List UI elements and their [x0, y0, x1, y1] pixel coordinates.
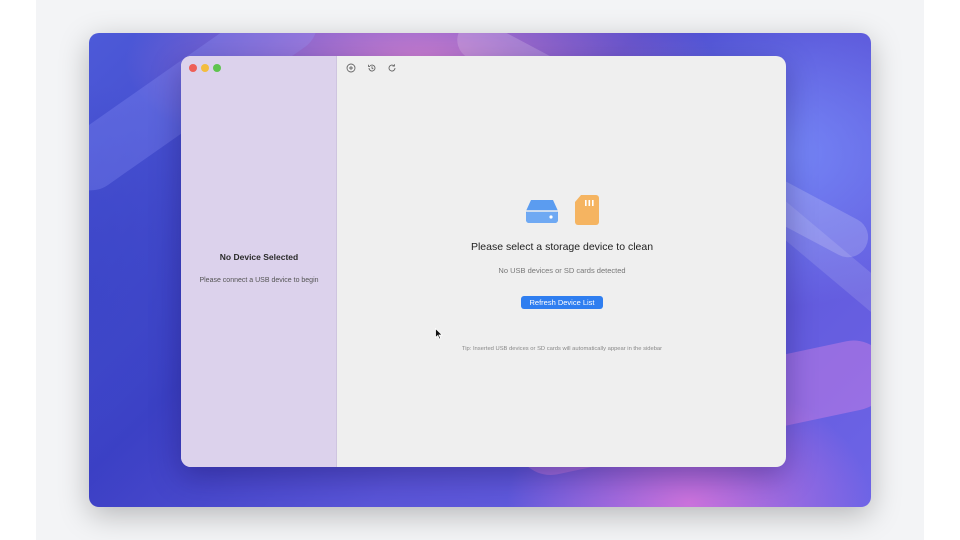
refresh-icon[interactable] — [386, 62, 398, 74]
history-icon[interactable] — [366, 62, 378, 74]
close-window-button[interactable] — [189, 64, 197, 72]
sidebar: No Device Selected Please connect a USB … — [181, 56, 337, 467]
zoom-window-button[interactable] — [213, 64, 221, 72]
sidebar-empty-title: No Device Selected — [219, 252, 299, 262]
sidebar-empty-subtitle: Please connect a USB device to begin — [199, 277, 319, 284]
add-circle-icon[interactable] — [345, 62, 357, 74]
sd-card-icon — [573, 194, 601, 231]
empty-state-heading: Please select a storage device to clean — [470, 241, 654, 253]
refresh-device-list-button[interactable]: Refresh Device List — [521, 296, 603, 309]
main-content: Please select a storage device to clean … — [338, 56, 786, 467]
tip-text: Tip: Inserted USB devices or SD cards wi… — [461, 346, 663, 352]
app-window: No Device Selected Please connect a USB … — [181, 56, 786, 467]
mouse-cursor-icon — [435, 327, 444, 345]
empty-state-subheading: No USB devices or SD cards detected — [498, 266, 626, 275]
minimize-window-button[interactable] — [201, 64, 209, 72]
external-drive-icon — [525, 198, 559, 229]
